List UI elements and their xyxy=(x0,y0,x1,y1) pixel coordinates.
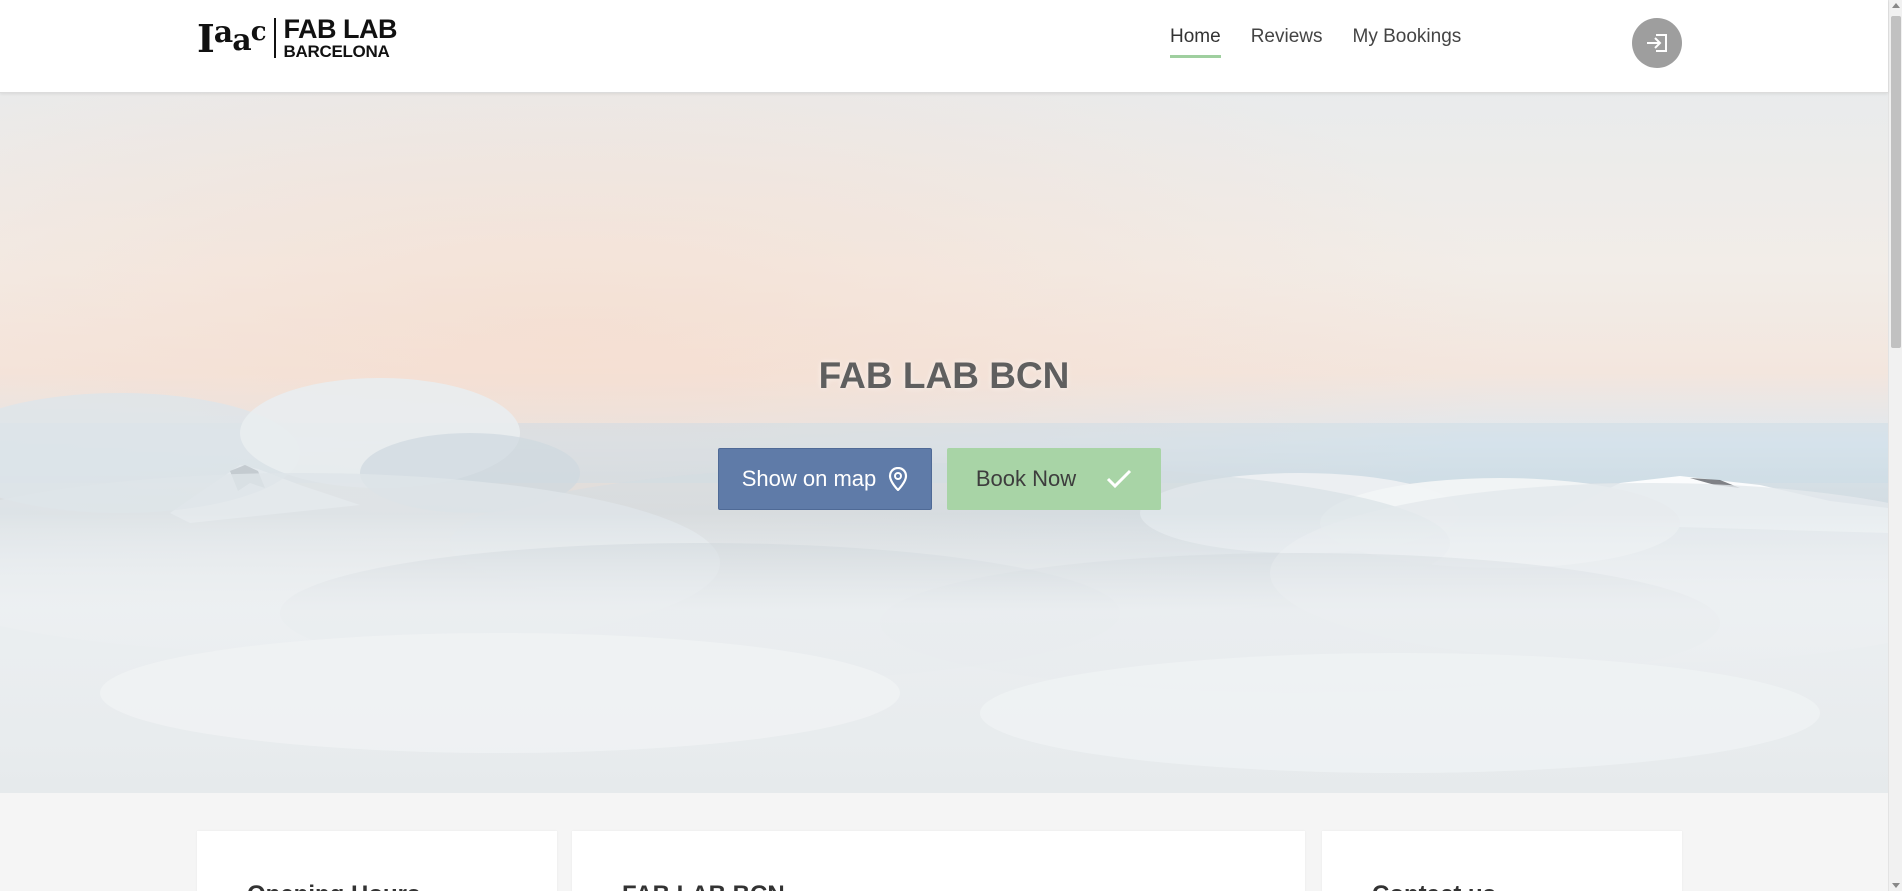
checkmark-icon xyxy=(1107,469,1132,489)
nav-reviews[interactable]: Reviews xyxy=(1251,26,1323,58)
map-pin-icon xyxy=(889,467,908,491)
page-scrollbar[interactable] xyxy=(1888,0,1902,891)
book-now-label: Book Now xyxy=(975,466,1077,491)
scroll-down-arrow-icon[interactable] xyxy=(1892,883,1900,888)
scroll-up-arrow-icon[interactable] xyxy=(1892,3,1900,8)
login-button[interactable] xyxy=(1632,18,1682,68)
card-title-opening-hours: Opening Hours xyxy=(247,881,420,891)
nav-my-bookings[interactable]: My Bookings xyxy=(1353,26,1462,58)
hero-title: FAB LAB BCN xyxy=(818,355,1070,396)
iaac-logo-mark: Iaac xyxy=(197,15,267,61)
logo-text: FAB LAB BARCELONA xyxy=(283,14,398,61)
card-title-contact: Contact us xyxy=(1372,881,1496,891)
logo-divider xyxy=(273,18,276,58)
book-now-button[interactable]: Book Now xyxy=(947,448,1161,510)
opening-hours-card: Opening Hours xyxy=(197,831,557,891)
nav-home[interactable]: Home xyxy=(1170,26,1221,58)
show-on-map-label: Show on map xyxy=(741,466,877,491)
clouds-mountain-background xyxy=(0,93,1888,793)
card-title-fablab: FAB LAB BCN xyxy=(622,881,785,891)
show-on-map-button[interactable]: Show on map xyxy=(718,448,932,510)
top-navbar: Iaac FAB LAB BARCELONA Home Reviews My B… xyxy=(0,0,1888,93)
login-arrow-icon xyxy=(1647,34,1667,52)
hero-banner: FAB LAB BCN Show on map Book Now xyxy=(0,93,1888,793)
contact-card: Contact us xyxy=(1322,831,1682,891)
scroll-thumb[interactable] xyxy=(1891,16,1901,348)
iaac-fablab-logo[interactable]: Iaac FAB LAB BARCELONA xyxy=(197,14,398,61)
main-nav: Home Reviews My Bookings xyxy=(1170,26,1461,58)
logo-line-barcelona: BARCELONA xyxy=(283,42,390,61)
fablab-info-card: FAB LAB BCN xyxy=(572,831,1305,891)
logo-line-fablab: FAB LAB xyxy=(283,14,398,44)
